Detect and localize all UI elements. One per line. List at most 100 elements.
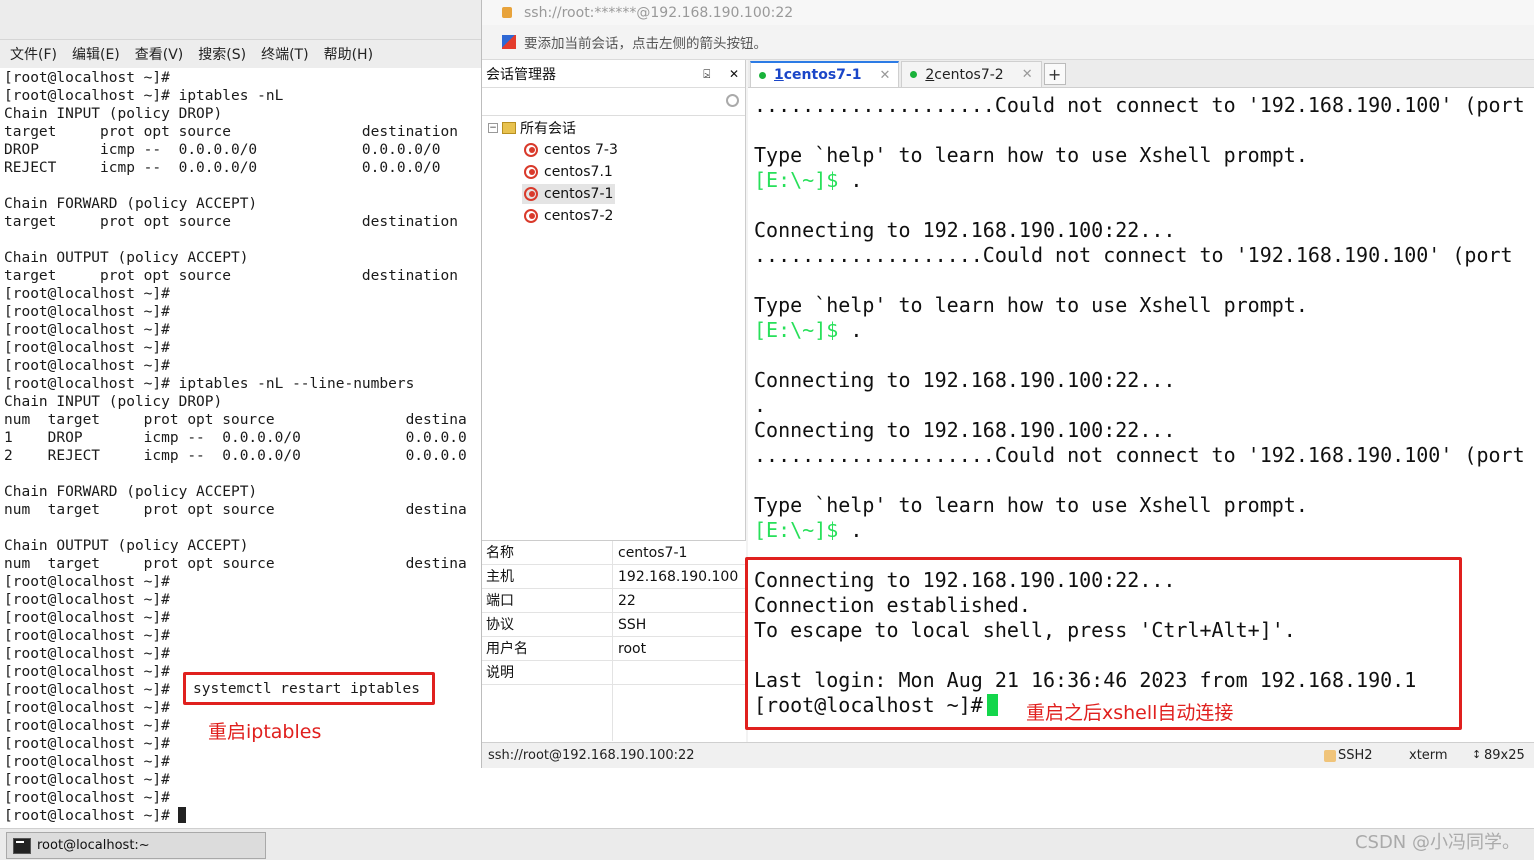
prompt-rest: . [838,168,863,192]
terminal-line: [root@localhost ~]# [4,754,170,770]
xshell-line: Type `help' to learn how to use Xshell p… [754,493,1308,517]
terminal-line: target prot opt source destination [4,214,458,230]
search-icon[interactable] [726,94,739,107]
session-label: centos7-2 [544,208,614,224]
xshell-line: [E:\~]$ . [754,168,862,193]
terminal-line: REJECT icmp -- 0.0.0.0/0 0.0.0.0/0 [4,160,441,176]
session-item[interactable]: centos7.1 [522,162,615,182]
tab-number: 2 [925,66,935,83]
prop-value: SSH [618,616,647,633]
pin-icon[interactable]: ⍄ [703,67,710,81]
highlighted-command: systemctl restart iptables [193,681,420,697]
menu-file[interactable]: 文件(F) [10,44,57,64]
prompt-rest: . [838,318,863,342]
terminal-line: [root@localhost ~]# iptables -nL --line-… [4,376,415,392]
terminal-line: Chain OUTPUT (policy ACCEPT) [4,538,249,554]
tab-label: centos7-2 [934,66,1004,83]
prompt-rest: . [838,518,863,542]
taskbar-item-terminal[interactable]: root@localhost:~ [6,832,266,859]
terminal-line-text: [root@localhost ~]# [4,808,170,824]
terminal-line: [root@localhost ~]# [4,628,170,644]
terminal-line: [root@localhost ~]# [4,682,170,698]
terminal-line: 2 REJECT icmp -- 0.0.0.0/0 0.0.0.0 [4,448,467,464]
menu-search[interactable]: 搜索(S) [198,44,246,64]
prop-value: root [618,640,647,657]
collapse-icon[interactable]: − [488,123,498,133]
xshell-line: Connecting to 192.168.190.100:22... [754,368,1176,392]
xshell-line: [E:\~]$ . [754,318,862,343]
session-search-input[interactable] [482,88,745,116]
terminal-line: [root@localhost ~]# [4,807,186,825]
prop-row: 主机 192.168.190.100 [482,564,746,589]
tab-number: 1 [774,67,784,83]
terminal-line: [root@localhost ~]# [4,664,170,680]
terminal-line: [root@localhost ~]# [4,340,170,356]
prop-row: 用户名 root [482,636,746,661]
prop-value: 192.168.190.100 [618,568,739,585]
status-bar: ssh://root@192.168.190.100:22 SSH2 xterm… [482,742,1534,768]
connected-dot-icon [759,71,766,79]
tab-centos7-1[interactable]: 1 centos7-1 ✕ [750,61,900,87]
terminal-line: Chain OUTPUT (policy ACCEPT) [4,250,249,266]
xshell-line: . [754,393,767,417]
prop-key: 端口 [482,588,613,613]
session-item[interactable]: centos7-2 [522,206,615,226]
session-icon [524,209,538,223]
prop-key: 说明 [482,660,613,685]
terminal-line: num target prot opt source destina [4,556,467,572]
close-icon[interactable]: ✕ [729,67,739,81]
menu-terminal[interactable]: 终端(T) [261,44,308,64]
menu-view[interactable]: 查看(V) [135,44,184,64]
prop-row: 端口 22 [482,588,746,613]
terminal-line: Chain FORWARD (policy ACCEPT) [4,196,258,212]
prop-row: 名称 centos7-1 [482,540,746,565]
session-label: centos 7-3 [544,142,618,158]
prop-value: centos7-1 [618,544,688,561]
watermark: CSDN @小冯同学。 [1354,832,1520,853]
session-tree: − 所有会话 centos 7-3 centos7.1 centos7-1 ce… [482,116,745,586]
terminal-line: [root@localhost ~]# [4,592,170,608]
terminal-line: [root@localhost ~]# [4,646,170,662]
tab-close-icon[interactable]: ✕ [879,68,890,83]
terminal-titlebar [0,0,482,40]
annotation-restart-iptables: 重启iptables [208,721,322,743]
xshell-line: ....................Could not connect to… [754,93,1525,117]
new-tab-button[interactable]: + [1043,63,1066,85]
add-session-hint-bar: 要添加当前会话，点击左侧的箭头按钮。 [482,25,1534,60]
prop-value: 22 [618,592,636,609]
session-properties-table: 名称 centos7-1 主机 192.168.190.100 端口 22 协议 SSH… [482,540,746,742]
xshell-line: ....................Could not connect to… [754,443,1525,467]
terminal-line: [root@localhost ~]# [4,736,170,752]
terminal-line: [root@localhost ~]# iptables -nL [4,88,284,104]
terminal-icon [13,837,31,854]
menu-help[interactable]: 帮助(H) [324,44,373,64]
terminal-line: Chain FORWARD (policy ACCEPT) [4,484,258,500]
prop-row: 协议 SSH [482,612,746,637]
taskbar-item-label: root@localhost:~ [37,838,150,853]
local-prompt: [E:\~]$ [754,518,839,542]
terminal-line: [root@localhost ~]# [4,286,170,302]
terminal-menubar: 文件(F) 编辑(E) 查看(V) 搜索(S) 终端(T) 帮助(H) [0,40,482,68]
terminal-line: [root@localhost ~]# [4,574,170,590]
prop-key: 用户名 [482,636,613,661]
annotation-auto-reconnect: 重启之后xshell自动连接 [1026,702,1234,724]
terminal-line: num target prot opt source destina [4,412,467,428]
session-item-selected[interactable]: centos7-1 [522,184,616,204]
xshell-line: Connecting to 192.168.190.100:22... [754,218,1176,242]
session-icon [524,165,538,179]
terminal-line: [root@localhost ~]# [4,358,170,374]
status-term-size: 89x25 [1484,748,1525,763]
status-protocol: SSH2 [1338,748,1373,763]
session-item[interactable]: centos 7-3 [522,140,620,160]
menu-edit[interactable]: 编辑(E) [72,44,120,64]
tree-root-all-sessions[interactable]: − 所有会话 [486,118,578,138]
add-session-arrow-icon[interactable] [502,35,516,49]
xshell-line: ...................Could not connect to … [754,243,1513,267]
prop-filler [482,685,746,741]
terminal-line: [root@localhost ~]# [4,772,170,788]
tab-centos7-2[interactable]: 2 centos7-2 ✕ [901,61,1042,87]
prop-key: 协议 [482,612,613,637]
tab-close-icon[interactable]: ✕ [1022,67,1033,82]
terminal-output[interactable]: [root@localhost ~]# [root@localhost ~]# i… [0,68,482,828]
session-label: centos7.1 [544,164,613,180]
